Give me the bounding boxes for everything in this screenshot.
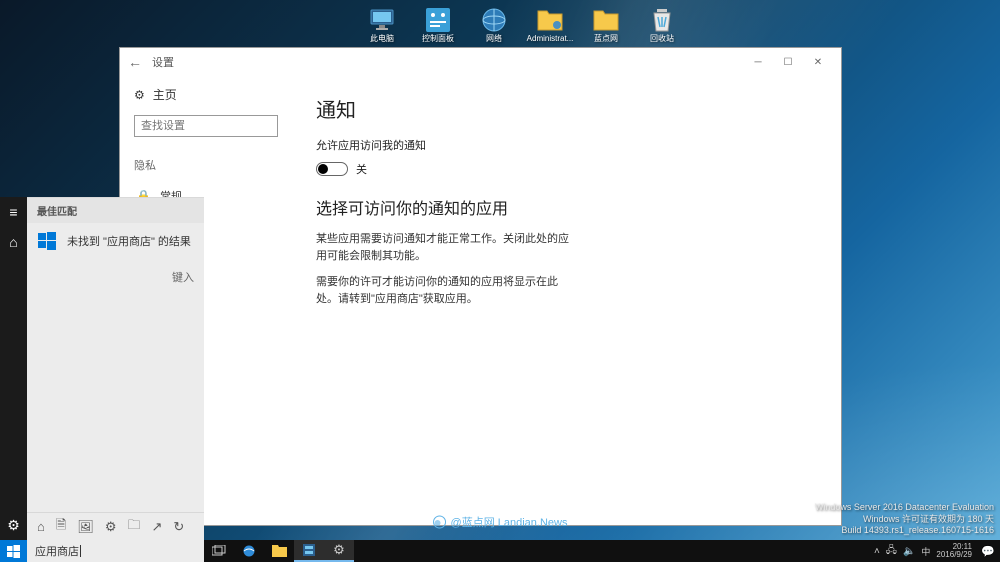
taskbar: 应用商店 ⚙ ˄ 🖧 🔈 中 20:11 2016/9/29 💬 — [0, 540, 1000, 562]
desktop-icons: 此电脑 控制面板 网络 Administrat... 蓝点网 回收站 — [358, 4, 686, 46]
taskbar-explorer[interactable] — [264, 540, 294, 562]
taskbar-clock[interactable]: 20:11 2016/9/29 — [936, 543, 972, 559]
app-title: 设置 — [152, 54, 174, 70]
search-filters: ⌂ 🗎 🖼 ⚙ 🗀 ↗ ↻ — [27, 512, 204, 540]
taskbar-taskview[interactable] — [204, 540, 234, 562]
best-match-header: 最佳匹配 — [27, 198, 204, 223]
tray-network-icon[interactable]: 🖧 — [886, 543, 897, 560]
start-rail: ≡ ⌂ ⚙ — [0, 197, 27, 540]
search-result-item[interactable]: 未找到 "应用商店" 的结果 — [27, 223, 204, 259]
search-hint: 键入 — [27, 259, 204, 512]
minimize-button[interactable]: ─ — [743, 51, 773, 73]
action-center-icon[interactable]: 💬 — [978, 545, 998, 558]
desktop-icon-network[interactable]: 网络 — [470, 4, 518, 46]
sidebar-home[interactable]: ⚙ 主页 — [134, 86, 278, 103]
page-title: 通知 — [316, 94, 817, 123]
section-title: 选择可访问你的通知的应用 — [316, 195, 817, 219]
tray-up-icon[interactable]: ˄ — [874, 546, 880, 557]
taskbar-server-manager[interactable] — [294, 540, 324, 562]
taskbar-search-value: 应用商店 — [35, 543, 79, 559]
taskbar-ie[interactable] — [234, 540, 264, 562]
settings-content: 通知 允许应用访问我的通知 关 选择可访问你的通知的应用 某些应用需要访问通知才… — [292, 76, 841, 525]
desktop-icon-recycle[interactable]: 回收站 — [638, 4, 686, 46]
search-result-label: 未找到 "应用商店" 的结果 — [67, 233, 191, 249]
build-watermark: Windows Server 2016 Datacenter Evaluatio… — [815, 502, 994, 536]
tray-volume-icon[interactable]: 🔈 — [903, 546, 915, 557]
sidebar-group-privacy: 隐私 — [134, 157, 278, 173]
allow-label: 允许应用访问我的通知 — [316, 137, 817, 153]
filter-more-icon[interactable]: ↻ — [173, 519, 184, 535]
filter-web-icon[interactable]: ↗ — [152, 519, 163, 535]
filter-home-icon[interactable]: ⌂ — [37, 519, 45, 534]
rail-home[interactable]: ⌂ — [0, 227, 27, 257]
filter-documents-icon[interactable]: 🗎 — [56, 516, 66, 538]
filter-photos-icon[interactable]: 🖼 — [77, 519, 94, 535]
rail-hamburger[interactable]: ≡ — [0, 197, 27, 227]
windows-store-icon — [37, 231, 57, 251]
filter-settings-icon[interactable]: ⚙ — [105, 519, 117, 535]
rail-settings[interactable]: ⚙ — [0, 510, 27, 540]
desktop-icon-control-panel[interactable]: 控制面板 — [414, 4, 462, 46]
start-button[interactable] — [0, 540, 27, 562]
start-search-panel: 最佳匹配 未找到 "应用商店" 的结果 键入 ⌂ 🗎 🖼 ⚙ 🗀 ↗ ↻ — [27, 197, 204, 540]
back-button[interactable]: ← — [128, 54, 142, 70]
system-tray: ˄ 🖧 🔈 中 — [874, 543, 930, 560]
weibo-icon — [433, 515, 447, 529]
center-watermark: @蓝点网 Landian.News — [433, 514, 568, 530]
taskbar-search-box[interactable]: 应用商店 — [27, 540, 204, 562]
gear-icon: ⚙ — [333, 542, 345, 558]
taskbar-settings[interactable]: ⚙ — [324, 540, 354, 562]
section-para2: 需要你的许可才能访问你的通知的应用将显示在此处。请转到"应用商店"获取应用。 — [316, 274, 576, 307]
text-cursor — [80, 545, 81, 557]
settings-search-input[interactable] — [134, 115, 278, 137]
toggle-state: 关 — [356, 161, 367, 177]
settings-window: ← 设置 ─ ☐ ✕ ⚙ 主页 隐私 🔒 常规 ⚲ 位置 📷 — [119, 47, 842, 526]
filter-folder-icon[interactable]: 🗀 — [127, 516, 140, 538]
tray-ime-icon[interactable]: 中 — [921, 545, 930, 558]
desktop-icon-admin[interactable]: Administrat... — [526, 4, 574, 46]
desktop-icon-this-pc[interactable]: 此电脑 — [358, 4, 406, 46]
maximize-button[interactable]: ☐ — [773, 51, 803, 73]
close-button[interactable]: ✕ — [803, 51, 833, 73]
gear-icon: ⚙ — [134, 88, 145, 102]
notifications-toggle[interactable] — [316, 162, 348, 176]
titlebar[interactable]: ← 设置 ─ ☐ ✕ — [120, 48, 841, 76]
section-para1: 某些应用需要访问通知才能正常工作。关闭此处的应用可能会限制其功能。 — [316, 231, 576, 264]
desktop-icon-landian[interactable]: 蓝点网 — [582, 4, 630, 46]
